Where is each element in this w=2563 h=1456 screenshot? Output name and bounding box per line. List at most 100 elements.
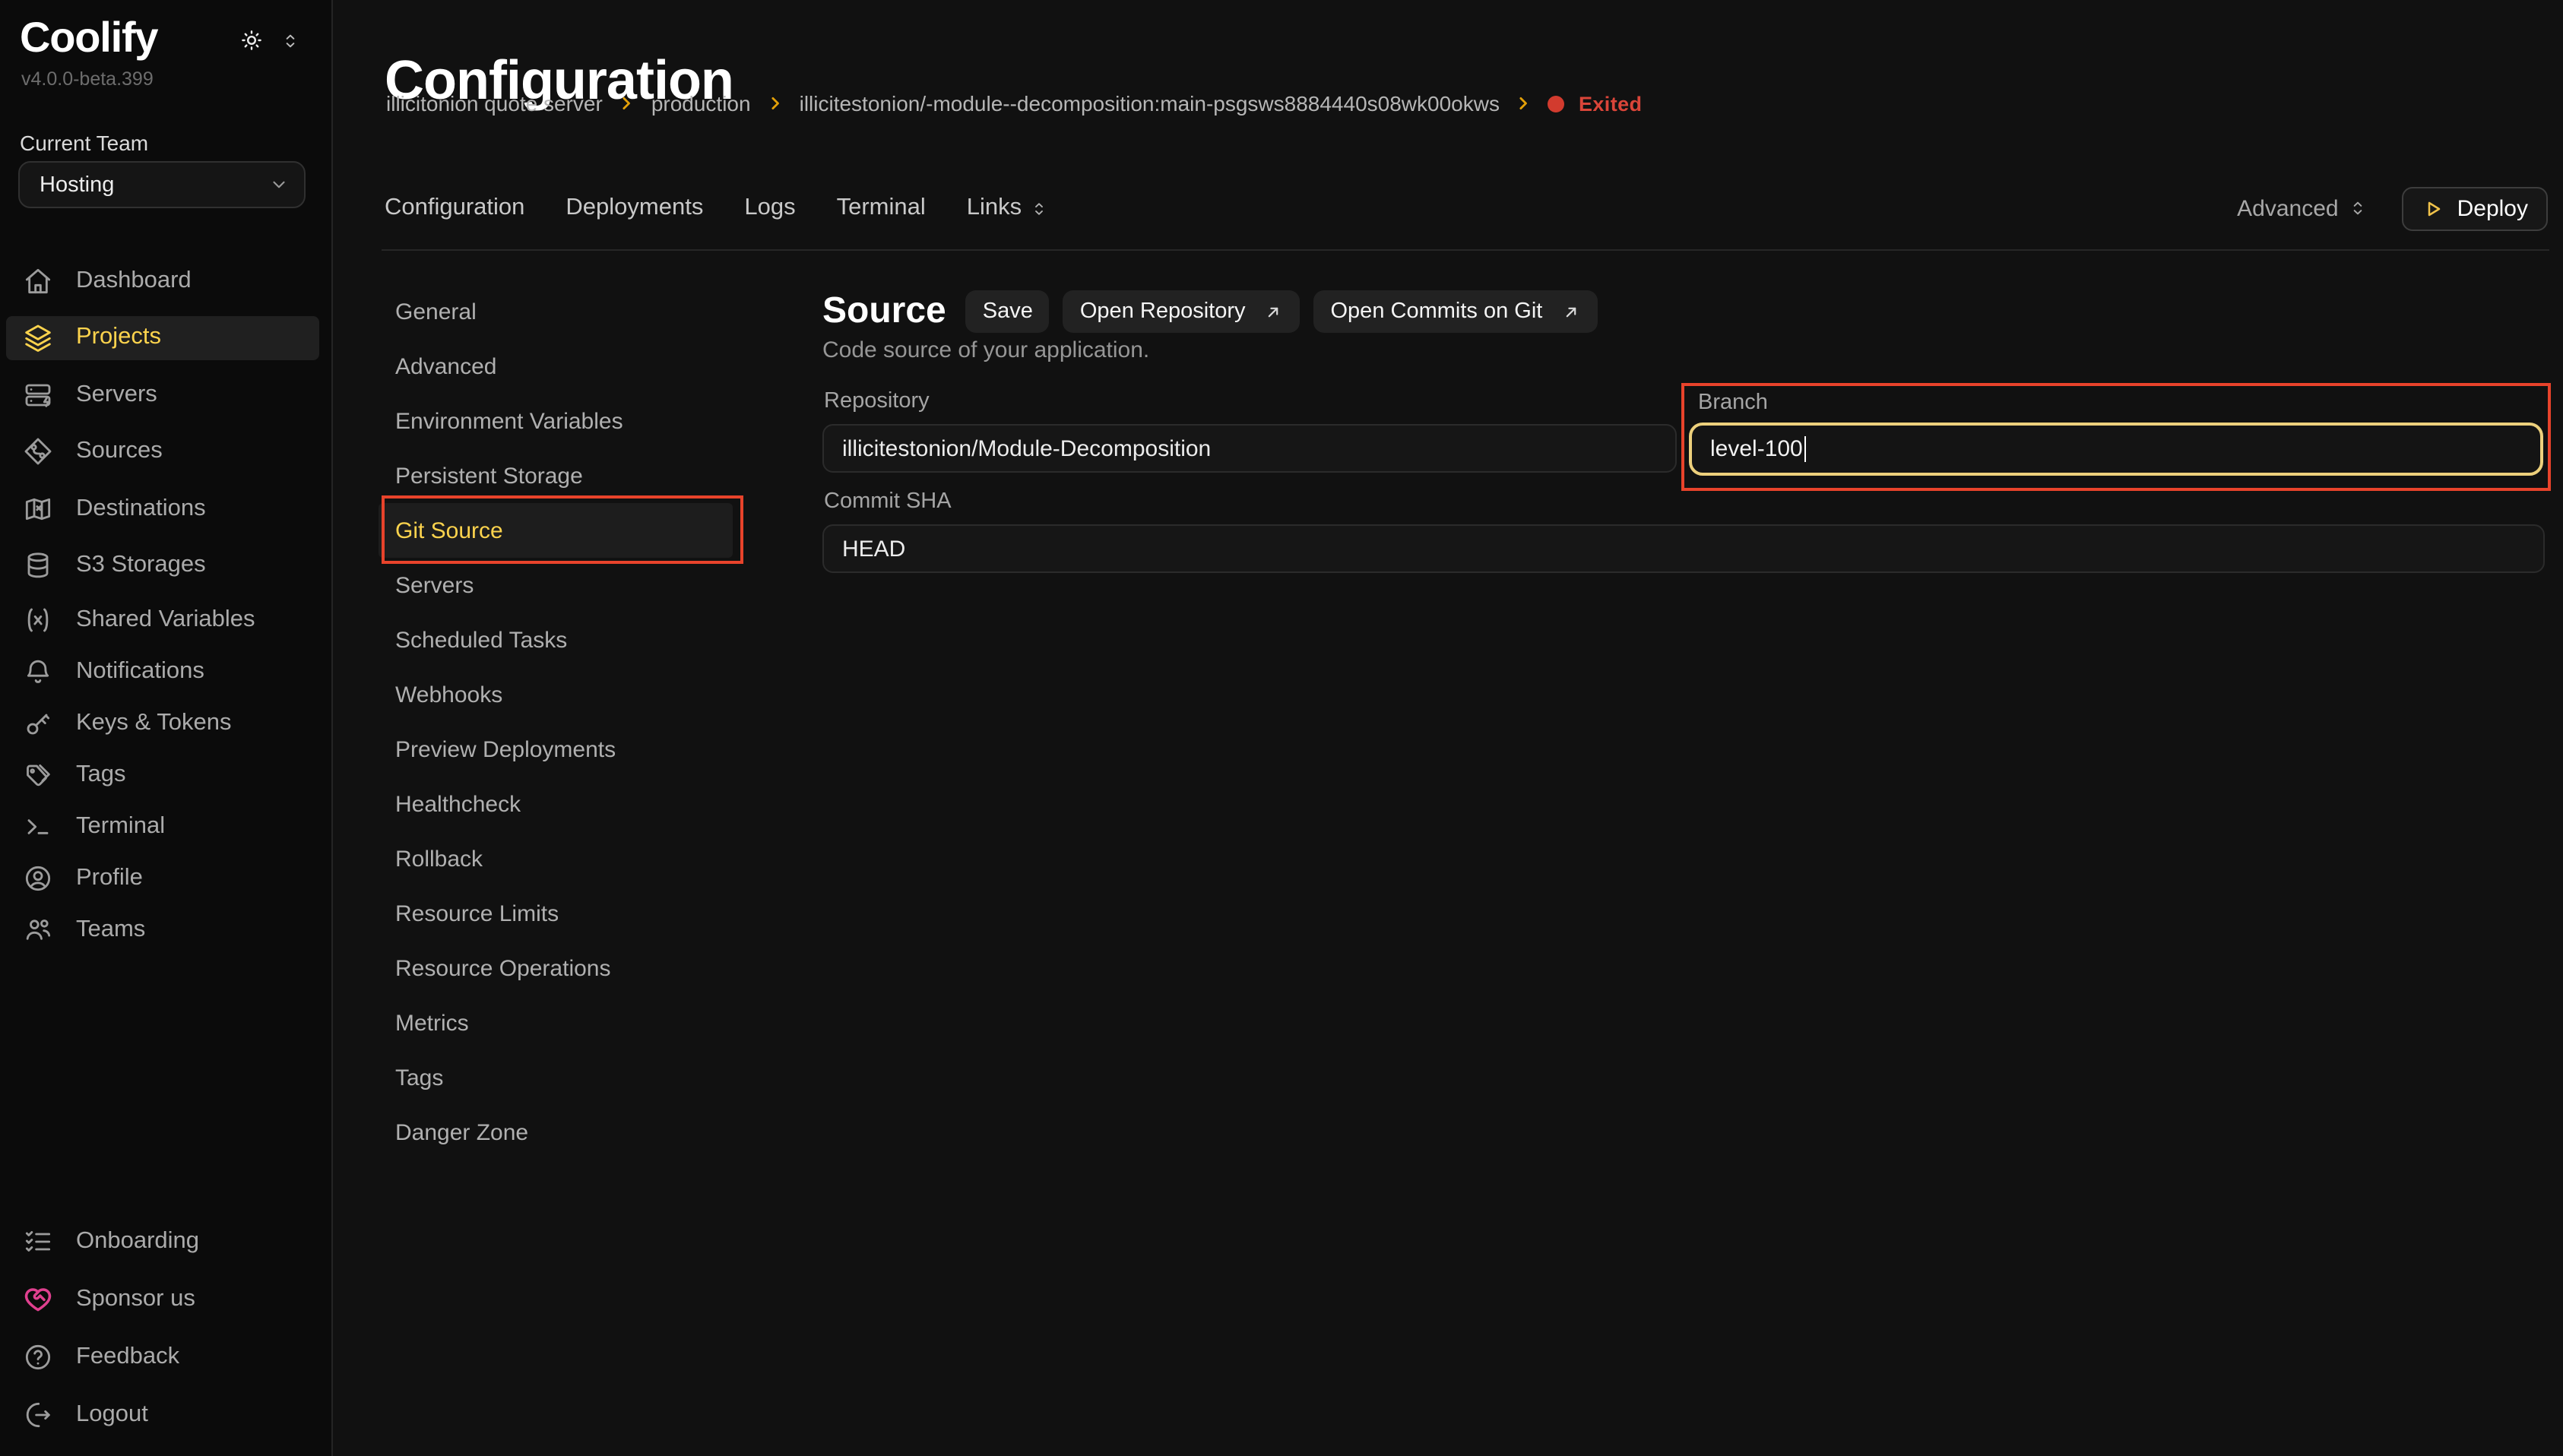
commit-sha-input[interactable] (822, 524, 2545, 573)
tab-deployments[interactable]: Deployments (566, 195, 703, 222)
subnav-item-scheduled-tasks[interactable]: Scheduled Tasks (379, 612, 733, 667)
breadcrumb-segment[interactable]: illicitonion quote server (386, 91, 603, 116)
subnav-item-metrics[interactable]: Metrics (379, 995, 733, 1050)
tab-label: Terminal (837, 195, 926, 222)
subnav-item-label: Resource Operations (395, 955, 611, 981)
server-icon (23, 380, 53, 410)
subnav-item-general[interactable]: General (379, 284, 733, 339)
config-subnav: General Advanced Environment Variables Pers… (379, 284, 733, 1160)
tags-icon (23, 760, 53, 790)
chevrons-up-down-icon[interactable] (280, 30, 301, 52)
user-circle-icon (23, 863, 53, 894)
sidebar-item-label: Logout (76, 1401, 148, 1429)
branch-label: Branch (1698, 391, 1768, 415)
sidebar-item-label: Projects (76, 324, 161, 352)
subnav-item-label: Rollback (395, 846, 483, 872)
subnav-item-resource-operations[interactable]: Resource Operations (379, 941, 733, 995)
sidebar-item-label: Profile (76, 865, 143, 892)
sidebar-item-label: Teams (76, 916, 145, 944)
help-circle-icon (23, 1342, 53, 1372)
home-icon (23, 266, 53, 296)
subnav-item-healthcheck[interactable]: Healthcheck (379, 777, 733, 831)
tab-logs[interactable]: Logs (744, 195, 795, 222)
sidebar-item-label: Keys & Tokens (76, 710, 232, 737)
chevrons-up-down-icon (1029, 198, 1049, 218)
sidebar-item-shared-variables[interactable]: Shared Variables (0, 594, 331, 646)
sidebar-item-servers[interactable]: Servers (0, 366, 331, 423)
subnav-item-preview-deployments[interactable]: Preview Deployments (379, 722, 733, 777)
tab-configuration[interactable]: Configuration (385, 195, 524, 222)
sidebar-item-logout[interactable]: Logout (0, 1386, 331, 1444)
sidebar-item-destinations[interactable]: Destinations (0, 480, 331, 537)
sidebar-item-label: Feedback (76, 1344, 179, 1371)
app-logo[interactable]: Coolify (20, 14, 157, 62)
text-cursor (1804, 436, 1807, 462)
sidebar-item-tags[interactable]: Tags (0, 749, 331, 801)
subnav-item-persistent-storage[interactable]: Persistent Storage (379, 448, 733, 503)
users-icon (23, 915, 53, 945)
sidebar-item-sponsor-us[interactable]: Sponsor us (0, 1271, 331, 1328)
breadcrumb-segment[interactable]: production (651, 91, 751, 116)
sidebar-item-terminal[interactable]: Terminal (0, 801, 331, 853)
subnav-item-danger-zone[interactable]: Danger Zone (379, 1105, 733, 1160)
advanced-dropdown[interactable]: Advanced (2237, 195, 2368, 221)
tab-label: Configuration (385, 195, 524, 222)
subnav-item-label: Webhooks (395, 682, 502, 707)
save-button[interactable]: Save (966, 290, 1050, 333)
tab-divider (382, 249, 2549, 251)
logout-icon (23, 1400, 53, 1430)
source-header-row: Source Save Open Repository Open Commits… (822, 290, 1597, 333)
sidebar-item-label: Notifications (76, 658, 204, 685)
subnav-item-environment-variables[interactable]: Environment Variables (379, 394, 733, 448)
parens-x-icon (23, 605, 53, 635)
bell-icon (23, 657, 53, 687)
open-repository-label: Open Repository (1080, 299, 1246, 324)
tab-label: Links (967, 195, 1022, 222)
subnav-item-servers[interactable]: Servers (379, 558, 733, 612)
tab-label: Deployments (566, 195, 703, 222)
sidebar-item-dashboard[interactable]: Dashboard (0, 252, 331, 309)
subnav-item-resource-limits[interactable]: Resource Limits (379, 886, 733, 941)
deploy-button[interactable]: Deploy (2403, 186, 2548, 230)
team-select-value: Hosting (40, 173, 114, 197)
repository-label: Repository (824, 389, 930, 413)
sidebar-item-onboarding[interactable]: Onboarding (0, 1213, 331, 1271)
subnav-item-label: Advanced (395, 353, 496, 379)
sidebar-item-projects[interactable]: Projects (0, 309, 331, 366)
header-controls: Advanced Deploy (2237, 186, 2548, 230)
database-icon (23, 551, 53, 581)
branch-input[interactable]: level-100 (1689, 423, 2543, 476)
sidebar-item-feedback[interactable]: Feedback (0, 1328, 331, 1386)
subnav-item-label: Scheduled Tasks (395, 627, 567, 653)
subnav-item-label: Persistent Storage (395, 463, 583, 489)
team-select[interactable]: Hosting (18, 161, 306, 208)
tab-terminal[interactable]: Terminal (837, 195, 926, 222)
sidebar-item-s3-storages[interactable]: S3 Storages (0, 537, 331, 594)
advanced-label: Advanced (2237, 195, 2338, 221)
sidebar: Coolify v4.0.0-beta.399 Current Team Hos… (0, 0, 333, 1456)
subnav-item-git-source[interactable]: Git Source (379, 503, 733, 558)
checklist-icon (23, 1227, 53, 1257)
sidebar-item-notifications[interactable]: Notifications (0, 646, 331, 698)
subnav-item-webhooks[interactable]: Webhooks (379, 667, 733, 722)
sidebar-item-sources[interactable]: Sources (0, 423, 331, 480)
subnav-item-advanced[interactable]: Advanced (379, 339, 733, 394)
open-commits-button[interactable]: Open Commits on Git (1314, 290, 1598, 333)
open-repository-button[interactable]: Open Repository (1063, 290, 1301, 333)
breadcrumb-segment[interactable]: illicitestonion/-module--decomposition:m… (800, 91, 1500, 116)
subnav-item-label: Servers (395, 572, 474, 598)
sidebar-item-profile[interactable]: Profile (0, 853, 331, 904)
sidebar-item-keys-tokens[interactable]: Keys & Tokens (0, 698, 331, 749)
commit-sha-label: Commit SHA (824, 489, 952, 514)
repository-input[interactable] (822, 424, 1677, 473)
subnav-item-rollback[interactable]: Rollback (379, 831, 733, 886)
status-dot-icon (1548, 95, 1565, 112)
chevron-right-icon (616, 93, 638, 114)
sun-icon[interactable] (239, 27, 265, 53)
sidebar-item-teams[interactable]: Teams (0, 904, 331, 956)
tab-links[interactable]: Links (967, 195, 1049, 222)
sidebar-item-label: Terminal (76, 813, 165, 840)
sidebar-item-label: Servers (76, 381, 157, 409)
subnav-item-tags[interactable]: Tags (379, 1050, 733, 1105)
source-description: Code source of your application. (822, 337, 1149, 363)
